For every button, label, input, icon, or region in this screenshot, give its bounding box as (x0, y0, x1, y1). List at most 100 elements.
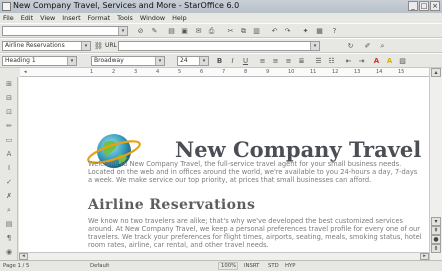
bookmark-combo[interactable]: Airline Reservations ▾ (2, 41, 91, 51)
horizontal-scrollbar[interactable]: ◂ ▸ (19, 252, 429, 260)
menu-edit[interactable]: Edit (21, 13, 33, 23)
increase-indent-icon[interactable]: ⇥ (357, 57, 366, 66)
insert-mode[interactable]: INSRT (244, 262, 259, 271)
search-icon[interactable]: ⌕ (378, 42, 387, 51)
find-replace-icon[interactable]: ⌕ (4, 206, 14, 215)
minimize-button[interactable]: _ (408, 1, 418, 11)
link-target-icon[interactable]: ✐ (363, 42, 372, 51)
chevron-down-icon[interactable]: ▾ (118, 27, 127, 35)
bullets-icon[interactable]: ☷ (327, 57, 336, 66)
spellcheck-icon[interactable]: ✓ (4, 178, 14, 187)
selection-mode[interactable]: STD (268, 262, 279, 271)
show-draw-functions-icon[interactable]: I (4, 164, 14, 173)
bookmark-value: Airline Reservations (5, 42, 65, 49)
paragraph-style-value: Heading 1 (5, 57, 36, 64)
url-field[interactable]: ▾ (118, 41, 320, 51)
heading-airline-reservations: Airline Reservations (88, 197, 256, 213)
formatting-marks-icon[interactable]: ¶ (4, 234, 14, 243)
menu-tools[interactable]: Tools (117, 13, 133, 23)
background-color-icon[interactable]: ▧ (398, 57, 407, 66)
numbering-icon[interactable]: ☰ (314, 57, 323, 66)
form-functions-icon[interactable]: ▭ (4, 136, 14, 145)
undo-icon[interactable]: ↶ (270, 27, 279, 36)
ruler-tick: 12 (332, 69, 339, 75)
chevron-down-icon[interactable]: ▾ (67, 57, 76, 65)
reload-icon[interactable]: ↻ (346, 42, 355, 51)
align-right-icon[interactable]: ≡ (284, 57, 293, 66)
font-name-combo[interactable]: Broadway ▾ (91, 56, 165, 66)
ruler-tick: 4 (156, 69, 160, 75)
previous-page-icon[interactable]: ⇞ (431, 226, 441, 235)
print-icon[interactable]: ⎙ (207, 27, 216, 36)
zoom-level: 100% (221, 263, 237, 269)
paragraph-style-combo[interactable]: Heading 1 ▾ (2, 56, 77, 66)
mail-icon[interactable]: ✉ (194, 27, 203, 36)
address-combo[interactable]: ▾ (2, 26, 128, 36)
data-sources-icon[interactable]: ▤ (4, 220, 14, 229)
ruler-tick: 2 (112, 69, 116, 75)
menu-insert[interactable]: Insert (62, 13, 80, 23)
scroll-right-icon[interactable]: ▸ (420, 253, 429, 260)
next-page-icon[interactable]: ⇟ (431, 244, 441, 253)
copy-icon[interactable]: ⧉ (239, 27, 248, 36)
ruler-tick: 6 (200, 69, 204, 75)
gallery-icon[interactable]: ▦ (315, 27, 324, 36)
stop-icon[interactable]: ⊘ (136, 27, 145, 36)
font-size-combo[interactable]: 24 ▾ (177, 56, 209, 66)
auto-spellcheck-icon[interactable]: ✗ (4, 192, 14, 201)
ruler-tick: 13 (354, 69, 361, 75)
navigation-icon[interactable]: ● (431, 235, 441, 244)
menu-help[interactable]: Help (172, 13, 187, 23)
chevron-down-icon[interactable]: ▾ (199, 57, 208, 65)
link-icon[interactable]: ⛓ (94, 42, 103, 51)
insert-icon[interactable]: ⊞ (4, 80, 14, 89)
help-icon[interactable]: ? (330, 27, 339, 36)
align-left-icon[interactable]: ≡ (258, 57, 267, 66)
title-bar: New Company Travel, Services and More - … (0, 0, 442, 13)
insert-object-icon[interactable]: ⊡ (4, 108, 14, 117)
document-area[interactable]: New Company Travel Welcome to New Compan… (19, 77, 429, 260)
app-icon[interactable] (2, 2, 11, 11)
chevron-down-icon[interactable]: ▾ (81, 42, 90, 50)
menu-view[interactable]: View (40, 13, 55, 23)
menu-bar: File Edit View Insert Format Tools Windo… (0, 13, 442, 23)
chevron-down-icon[interactable]: ▾ (310, 42, 319, 50)
paste-icon[interactable]: ▥ (252, 27, 261, 36)
menu-window[interactable]: Window (140, 13, 165, 23)
scroll-left-icon[interactable]: ◂ (19, 253, 28, 260)
underline-icon[interactable]: U (241, 57, 250, 66)
save-icon[interactable]: ▣ (180, 27, 189, 36)
align-center-icon[interactable]: ≡ (271, 57, 280, 66)
highlight-icon[interactable]: A (385, 57, 394, 66)
maximize-button[interactable]: □ (419, 1, 429, 11)
web-layout-icon[interactable]: ◉ (4, 248, 14, 257)
edit-file-icon[interactable]: ✎ (150, 27, 159, 36)
close-button[interactable]: × (430, 1, 440, 11)
font-color-icon[interactable]: A (372, 57, 381, 66)
status-bar: Page 1 / 5 Default 100% INSRT STD HYP (0, 260, 442, 271)
page-style: Default (90, 263, 110, 269)
insert-fields-icon[interactable]: ⊟ (4, 94, 14, 103)
scroll-down-icon[interactable]: ▾ (431, 217, 441, 226)
justify-icon[interactable]: ≣ (297, 57, 306, 66)
staroffice-window: New Company Travel, Services and More - … (0, 0, 442, 271)
menu-format[interactable]: Format (88, 13, 111, 23)
scroll-up-icon[interactable]: ▴ (431, 68, 441, 77)
open-file-icon[interactable]: ▤ (167, 27, 176, 36)
bold-icon[interactable]: B (215, 57, 224, 66)
horizontal-ruler: ◂ 1 2 3 4 5 6 7 8 9 10 11 12 13 14 15 (0, 68, 432, 77)
draw-functions-icon[interactable]: ✏ (4, 122, 14, 131)
vertical-scrollbar[interactable]: ▴ ▾ ⇞ ● ⇟ (429, 68, 442, 260)
hyperlink-mode[interactable]: HYP (285, 262, 295, 271)
page-count: Page 1 / 5 (3, 263, 30, 269)
menu-file[interactable]: File (3, 13, 14, 23)
decrease-indent-icon[interactable]: ⇤ (344, 57, 353, 66)
edit-autotext-icon[interactable]: A (4, 150, 14, 159)
navigator-icon[interactable]: ✦ (301, 27, 310, 36)
chevron-down-icon[interactable]: ▾ (155, 57, 164, 65)
ruler-tab-icon[interactable]: ◂ (24, 69, 27, 75)
cut-icon[interactable]: ✂ (226, 27, 235, 36)
redo-icon[interactable]: ↷ (283, 27, 292, 36)
italic-icon[interactable]: I (228, 57, 237, 66)
ruler-tick: 11 (310, 69, 317, 75)
